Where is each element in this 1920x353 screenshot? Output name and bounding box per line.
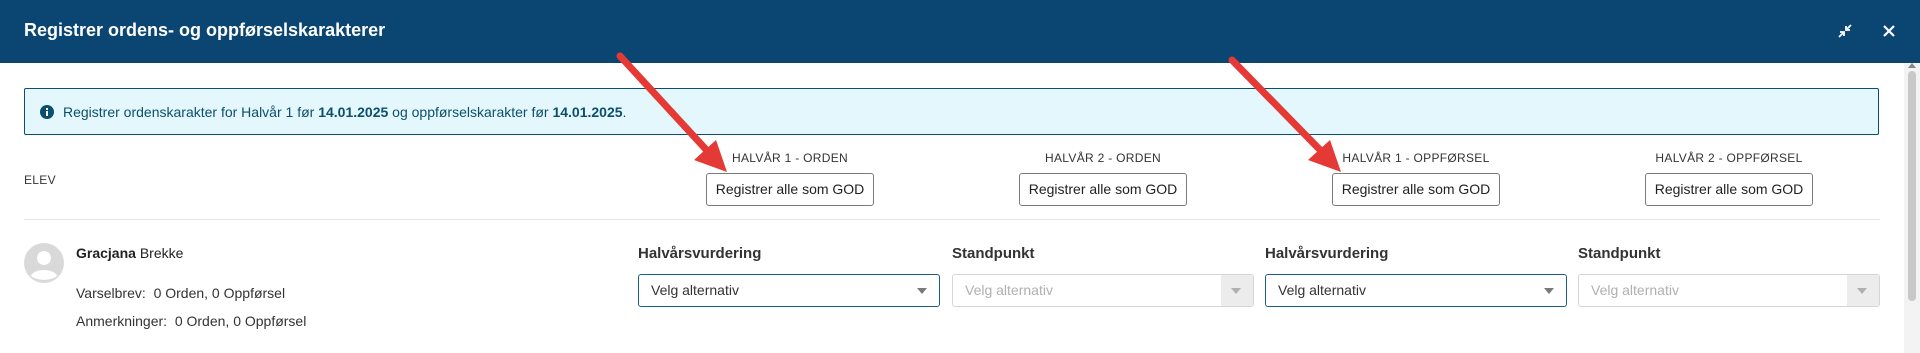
field-halvar1-orden-halvarsvurdering: Halvårsvurdering Velg alternativ — [638, 245, 940, 307]
select-halvarsvurdering-orden[interactable]: Velg alternativ — [638, 274, 940, 307]
column-header-halvar1-oppforsel: HALVÅR 1 - OPPFØRSEL Registrer alle som … — [1260, 149, 1572, 206]
dialog-title: Registrer ordens- og oppførselskaraktere… — [24, 20, 386, 40]
field-halvar1-oppforsel-halvarsvurdering: Halvårsvurdering Velg alternativ — [1265, 245, 1567, 307]
info-banner: Registrer ordenskarakter for Halvår 1 fø… — [24, 88, 1879, 135]
select-standpunkt-orden: Velg alternativ — [952, 274, 1254, 307]
scrollbar-thumb[interactable] — [1908, 71, 1916, 301]
close-button[interactable] — [1878, 20, 1900, 42]
info-text: Registrer ordenskarakter for Halvår 1 fø… — [63, 104, 627, 120]
deadline-date-orden: 14.01.2025 — [318, 104, 389, 120]
dialog-header: Registrer ordens- og oppførselskaraktere… — [0, 0, 1920, 63]
register-all-good-button-halvar2-orden[interactable]: Registrer alle som GOD — [1018, 173, 1188, 206]
register-all-good-button-halvar2-oppforsel[interactable]: Registrer alle som GOD — [1644, 173, 1814, 206]
column-label: HALVÅR 1 - OPPFØRSEL — [1342, 151, 1490, 165]
field-halvar2-orden-standpunkt: Standpunkt Velg alternativ — [952, 245, 1254, 307]
column-label: HALVÅR 1 - ORDEN — [732, 151, 848, 165]
varselbrev-info: Varselbrev: 0 Orden, 0 Oppførsel — [76, 285, 286, 301]
student-name: Gracjana Brekke — [76, 245, 184, 261]
scroll-up-icon[interactable] — [1908, 63, 1916, 68]
select-halvarsvurdering-oppforsel[interactable]: Velg alternativ — [1265, 274, 1567, 307]
chevron-down-icon — [1231, 288, 1241, 294]
chevron-down-icon — [1857, 288, 1867, 294]
select-standpunkt-oppforsel: Velg alternativ — [1578, 274, 1880, 307]
scrollbar[interactable] — [1904, 63, 1920, 353]
avatar — [24, 243, 64, 283]
column-header-halvar2-oppforsel: HALVÅR 2 - OPPFØRSEL Registrer alle som … — [1573, 149, 1885, 206]
column-header-elev: ELEV — [24, 173, 56, 187]
field-label: Halvårsvurdering — [1265, 245, 1389, 262]
register-all-good-button-halvar1-orden[interactable]: Registrer alle som GOD — [705, 173, 875, 206]
field-label: Standpunkt — [952, 245, 1035, 262]
anmerkninger-info: Anmerkninger: 0 Orden, 0 Oppførsel — [76, 313, 307, 329]
column-header-halvar2-orden: HALVÅR 2 - ORDEN Registrer alle som GOD — [947, 149, 1259, 206]
column-header-halvar1-orden: HALVÅR 1 - ORDEN Registrer alle som GOD — [634, 149, 946, 206]
register-all-good-button-halvar1-oppforsel[interactable]: Registrer alle som GOD — [1331, 173, 1501, 206]
chevron-down-icon — [917, 288, 927, 294]
info-icon — [40, 105, 54, 119]
column-label: HALVÅR 2 - ORDEN — [1045, 151, 1161, 165]
field-halvar2-oppforsel-standpunkt: Standpunkt Velg alternativ — [1578, 245, 1880, 307]
field-label: Standpunkt — [1578, 245, 1661, 262]
close-icon — [1883, 25, 1895, 37]
chevron-down-icon — [1544, 288, 1554, 294]
dialog-content: Registrer ordenskarakter for Halvår 1 fø… — [0, 63, 1904, 353]
column-label: HALVÅR 2 - OPPFØRSEL — [1655, 151, 1803, 165]
header-divider — [24, 219, 1880, 220]
deadline-date-oppforsel: 14.01.2025 — [552, 104, 623, 120]
field-label: Halvårsvurdering — [638, 245, 762, 262]
minimize-icon — [1838, 24, 1852, 38]
minimize-button[interactable] — [1834, 20, 1856, 42]
